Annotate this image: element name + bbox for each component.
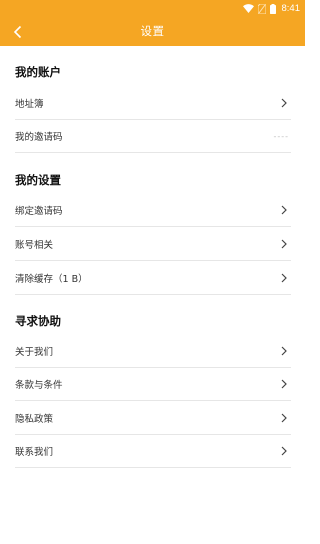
battery-icon [269, 3, 276, 14]
page-title: 设置 [140, 24, 165, 38]
chevron-right-icon [277, 446, 287, 456]
chevron-right-icon [277, 346, 287, 356]
row-address-book[interactable]: 地址簿 [15, 87, 291, 120]
chevron-right-icon [277, 273, 287, 283]
row-label: 地址簿 [15, 99, 44, 110]
row-terms[interactable]: 条款与条件 [15, 368, 291, 401]
status-bar: 8:41 [0, 0, 305, 17]
row-label: 账号相关 [15, 240, 54, 251]
wifi-icon [242, 4, 254, 13]
section-title-help: 寻求协助 [15, 314, 61, 328]
row-bind-invite-code[interactable]: 绑定邀请码 [15, 194, 291, 227]
row-label: 我的邀请码 [15, 132, 63, 143]
chevron-right-icon [277, 98, 287, 108]
chevron-right-icon [277, 379, 287, 389]
row-label: 隐私政策 [15, 414, 54, 425]
row-label: 清除缓存（1 B） [15, 274, 88, 285]
row-privacy-policy[interactable]: 隐私政策 [15, 402, 291, 435]
section-title-settings: 我的设置 [15, 173, 61, 187]
row-label: 联系我们 [15, 447, 54, 458]
invite-code-value: ---- [273, 131, 289, 141]
row-label: 条款与条件 [15, 380, 63, 391]
row-contact-us[interactable]: 联系我们 [15, 435, 291, 468]
app-bar: 设置 [0, 17, 305, 46]
no-sim-icon [257, 3, 266, 14]
chevron-right-icon [277, 239, 287, 249]
chevron-right-icon [277, 205, 287, 215]
row-about-us[interactable]: 关于我们 [15, 335, 291, 368]
status-icons: 8:41 [242, 3, 301, 14]
status-time: 8:41 [281, 3, 301, 14]
row-clear-cache[interactable]: 清除缓存（1 B） [15, 262, 291, 295]
row-label: 关于我们 [15, 347, 54, 358]
row-label: 绑定邀请码 [15, 206, 63, 217]
section-title-account: 我的账户 [15, 65, 61, 79]
row-my-invite-code[interactable]: 我的邀请码 ---- [15, 120, 291, 153]
row-account-related[interactable]: 账号相关 [15, 228, 291, 261]
chevron-right-icon [277, 413, 287, 423]
